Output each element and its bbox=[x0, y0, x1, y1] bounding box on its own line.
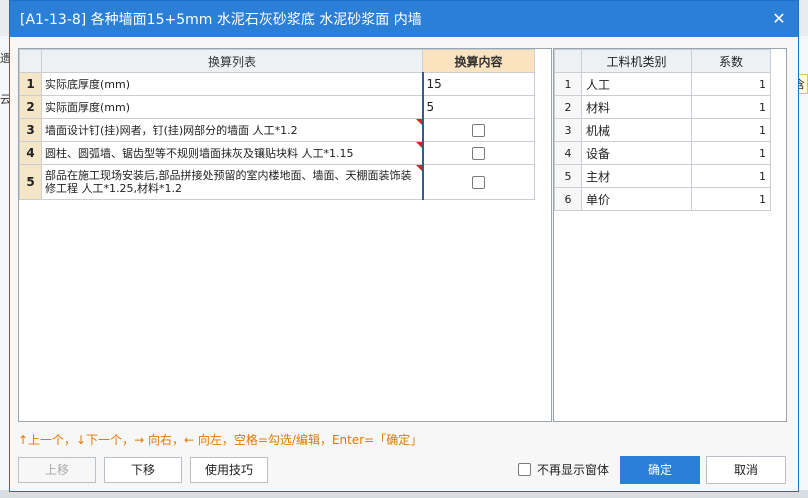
column-header-type: 工料机类别 bbox=[581, 49, 692, 73]
row-number: 3 bbox=[19, 118, 42, 142]
factor-grid: 工料机类别 系数 1 人工 1 2 材料 1 3 机械 1 4 设备 1 5 主… bbox=[554, 49, 771, 211]
conversion-grid-panel: 换算列表 换算内容 1 实际底厚度(mm) 15 2 实际面厚度(mm) 5 3… bbox=[18, 48, 552, 422]
column-header-content: 换算内容 bbox=[422, 49, 535, 73]
keyboard-hint: ↑上一个，↓下一个，→ 向右，← 向左，空格=勾选/编辑，Enter=「确定」 bbox=[18, 433, 423, 447]
table-row[interactable]: 1 实际底厚度(mm) 15 bbox=[19, 72, 535, 96]
conversion-checkbox-cell[interactable] bbox=[421, 118, 535, 142]
table-row[interactable]: 2 材料 1 bbox=[554, 95, 771, 119]
factor-value[interactable]: 1 bbox=[691, 187, 771, 211]
factor-type: 机械 bbox=[581, 118, 692, 142]
conversion-dialog: [A1-13-8] 各种墙面15+5mm 水泥石灰砂浆底 水泥砂浆面 内墙 ✕ … bbox=[9, 0, 799, 492]
factor-type: 材料 bbox=[581, 95, 692, 119]
conversion-checkbox-cell[interactable] bbox=[421, 164, 535, 200]
dialog-titlebar: [A1-13-8] 各种墙面15+5mm 水泥石灰砂浆底 水泥砂浆面 内墙 ✕ bbox=[10, 1, 798, 37]
move-up-button[interactable]: 上移 bbox=[18, 457, 96, 483]
ok-button[interactable]: 确定 bbox=[620, 456, 700, 484]
table-row[interactable]: 2 实际面厚度(mm) 5 bbox=[19, 95, 535, 119]
conversion-checkbox-cell[interactable] bbox=[421, 141, 535, 165]
conversion-name-text: 墙面设计钉(挂)网者，钉(挂)网部分的墙面 人工*1.2 bbox=[45, 123, 298, 137]
factor-value[interactable]: 1 bbox=[691, 164, 771, 188]
conversion-value-input[interactable]: 5 bbox=[421, 95, 535, 119]
table-row[interactable]: 5 主材 1 bbox=[554, 164, 771, 188]
conversion-name[interactable]: 实际底厚度(mm) bbox=[41, 72, 423, 96]
factor-value[interactable]: 1 bbox=[691, 95, 771, 119]
conversion-grid: 换算列表 换算内容 1 实际底厚度(mm) 15 2 实际面厚度(mm) 5 3… bbox=[19, 49, 535, 200]
dialog-title: [A1-13-8] 各种墙面15+5mm 水泥石灰砂浆底 水泥砂浆面 内墙 bbox=[20, 12, 422, 28]
no-show-checkbox[interactable] bbox=[518, 463, 531, 476]
factor-value[interactable]: 1 bbox=[691, 72, 771, 96]
corner-header bbox=[554, 49, 582, 73]
conversion-name[interactable]: 部品在施工现场安装后,部品拼接处预留的室内楼地面、墙面、天棚面装饰装修工程 人工… bbox=[41, 164, 423, 200]
conversion-checkbox[interactable] bbox=[472, 124, 486, 137]
row-number: 4 bbox=[19, 141, 42, 165]
factor-value[interactable]: 1 bbox=[691, 118, 771, 142]
usage-tips-button[interactable]: 使用技巧 bbox=[190, 457, 268, 483]
move-down-button[interactable]: 下移 bbox=[104, 457, 182, 483]
row-number: 4 bbox=[554, 141, 582, 165]
factor-grid-panel: 工料机类别 系数 1 人工 1 2 材料 1 3 机械 1 4 设备 1 5 主… bbox=[553, 48, 787, 422]
comment-marker-icon bbox=[415, 142, 422, 148]
factor-value[interactable]: 1 bbox=[691, 141, 771, 165]
column-header-list: 换算列表 bbox=[41, 49, 423, 73]
comment-marker-icon bbox=[415, 119, 422, 125]
row-number: 1 bbox=[19, 72, 42, 96]
table-row[interactable]: 4 设备 1 bbox=[554, 141, 771, 165]
table-row[interactable]: 1 人工 1 bbox=[554, 72, 771, 96]
conversion-name-text: 部品在施工现场安装后,部品拼接处预留的室内楼地面、墙面、天棚面装饰装修工程 人工… bbox=[45, 169, 412, 195]
conversion-name[interactable]: 实际面厚度(mm) bbox=[41, 95, 423, 119]
row-number: 5 bbox=[554, 164, 582, 188]
row-number: 5 bbox=[19, 164, 42, 200]
factor-type: 主材 bbox=[581, 164, 692, 188]
cancel-button[interactable]: 取消 bbox=[706, 456, 786, 484]
row-number: 1 bbox=[554, 72, 582, 96]
table-row[interactable]: 3 机械 1 bbox=[554, 118, 771, 142]
no-show-option[interactable]: 不再显示窗体 bbox=[518, 461, 609, 478]
factor-type: 人工 bbox=[581, 72, 692, 96]
row-number: 2 bbox=[554, 95, 582, 119]
factor-type: 设备 bbox=[581, 141, 692, 165]
conversion-name-text: 圆柱、圆弧墙、锯齿型等不规则墙面抹灰及镶贴块料 人工*1.15 bbox=[45, 146, 354, 160]
no-show-label: 不再显示窗体 bbox=[537, 463, 610, 477]
table-row[interactable]: 4 圆柱、圆弧墙、锯齿型等不规则墙面抹灰及镶贴块料 人工*1.15 bbox=[19, 141, 535, 165]
column-header-factor: 系数 bbox=[691, 49, 771, 73]
table-row[interactable]: 3 墙面设计钉(挂)网者，钉(挂)网部分的墙面 人工*1.2 bbox=[19, 118, 535, 142]
table-row[interactable]: 5 部品在施工现场安装后,部品拼接处预留的室内楼地面、墙面、天棚面装饰装修工程 … bbox=[19, 164, 535, 200]
comment-marker-icon bbox=[415, 165, 422, 171]
corner-header bbox=[19, 49, 42, 73]
close-icon[interactable]: ✕ bbox=[770, 10, 788, 28]
row-number: 3 bbox=[554, 118, 582, 142]
conversion-name[interactable]: 墙面设计钉(挂)网者，钉(挂)网部分的墙面 人工*1.2 bbox=[41, 118, 423, 142]
table-row[interactable]: 6 单价 1 bbox=[554, 187, 771, 211]
conversion-value-input[interactable]: 15 bbox=[421, 72, 535, 96]
factor-type: 单价 bbox=[581, 187, 692, 211]
conversion-name[interactable]: 圆柱、圆弧墙、锯齿型等不规则墙面抹灰及镶贴块料 人工*1.15 bbox=[41, 141, 423, 165]
conversion-checkbox[interactable] bbox=[472, 147, 486, 160]
row-number: 6 bbox=[554, 187, 582, 211]
background-app-right bbox=[798, 36, 808, 498]
row-number: 2 bbox=[19, 95, 42, 119]
conversion-checkbox[interactable] bbox=[472, 176, 486, 189]
